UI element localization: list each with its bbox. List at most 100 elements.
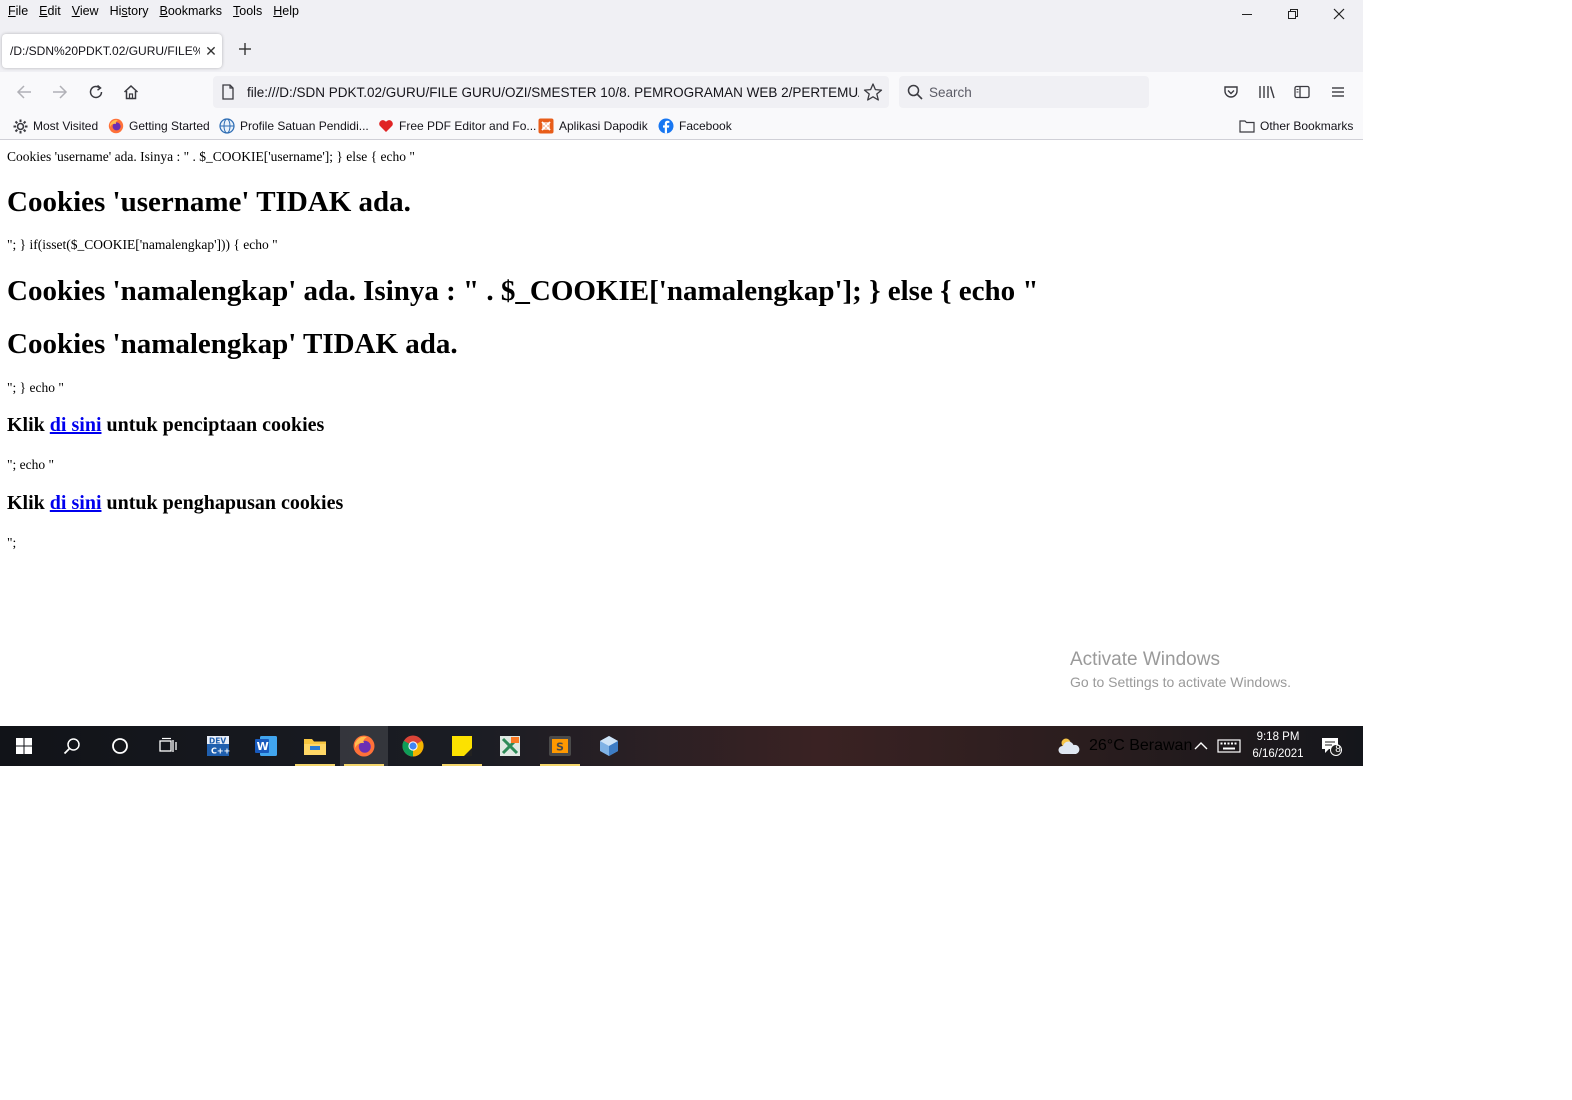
taskbar-app-sticky-notes[interactable] xyxy=(438,726,486,766)
reload-icon xyxy=(89,84,103,99)
forward-button[interactable] xyxy=(46,78,74,106)
show-hidden-icons-button[interactable] xyxy=(1193,726,1209,766)
virtualbox-icon xyxy=(600,736,618,756)
pocket-button[interactable] xyxy=(1217,78,1245,106)
cortana-icon xyxy=(112,738,128,754)
start-button[interactable] xyxy=(0,726,48,766)
firefox-icon xyxy=(353,735,375,757)
menu-item-file[interactable]: File xyxy=(4,2,32,20)
menu-item-tools[interactable]: Tools xyxy=(229,2,266,20)
folder-icon xyxy=(1239,118,1255,134)
bookmark-facebook[interactable]: Facebook xyxy=(658,117,732,135)
bookmarks-toolbar: Most Visited Getting Started Profile Sat… xyxy=(0,112,1363,140)
clock-time: 9:18 PM xyxy=(1256,731,1300,743)
reload-button[interactable] xyxy=(82,78,110,106)
library-icon xyxy=(1259,86,1275,99)
clock[interactable]: 9:18 PM 6/16/2021 xyxy=(1240,729,1316,763)
task-view-icon xyxy=(159,737,177,752)
menu-bar: File Edit View History Bookmarks Tools Help xyxy=(4,2,306,20)
menu-item-help[interactable]: Help xyxy=(269,2,303,20)
action-center-button[interactable]: 8 xyxy=(1320,726,1342,766)
search-bar[interactable] xyxy=(899,76,1149,108)
task-view-button[interactable] xyxy=(144,726,192,766)
watermark-subtitle: Go to Settings to activate Windows. xyxy=(1070,674,1291,690)
running-indicator xyxy=(344,764,384,766)
svg-text:W: W xyxy=(257,740,269,753)
menu-item-history[interactable]: History xyxy=(106,2,153,20)
folder-icon xyxy=(304,739,326,755)
weather-widget[interactable]: 26°C Berawan xyxy=(1057,726,1192,766)
menu-item-bookmarks[interactable]: Bookmarks xyxy=(156,2,227,20)
app-menu-button[interactable] xyxy=(1324,78,1352,106)
tab-close-icon[interactable]: ✕ xyxy=(200,43,222,60)
activate-windows-watermark: Activate Windows Go to Settings to activ… xyxy=(1070,648,1291,692)
taskbar-app-file-explorer[interactable] xyxy=(291,726,339,766)
taskbar-app-sublime[interactable]: S xyxy=(536,726,584,766)
raw-text-line: "; } echo " xyxy=(7,380,64,395)
menu-item-view[interactable]: View xyxy=(68,2,103,20)
taskbar-app-virtualbox[interactable] xyxy=(585,726,633,766)
bookmark-getting-started[interactable]: Getting Started xyxy=(108,117,210,135)
url-text[interactable]: file:///D:/SDN PDKT.02/GURU/FILE GURU/OZ… xyxy=(247,84,859,101)
bookmark-aplikasi-dapodik[interactable]: Aplikasi Dapodik xyxy=(538,117,648,135)
heart-icon xyxy=(378,118,394,134)
dapodik-icon xyxy=(538,118,554,134)
raw-text-line: "; echo " xyxy=(7,457,55,472)
page-content: Cookies 'username' ada. Isinya : " . $_C… xyxy=(0,141,1363,726)
minimize-button[interactable] xyxy=(1224,0,1270,28)
running-indicator xyxy=(295,764,335,766)
devcpp-icon: DEVC++ xyxy=(207,736,230,756)
cortana-button[interactable] xyxy=(96,726,144,766)
back-button[interactable] xyxy=(10,78,38,106)
weather-cloud-sun-icon xyxy=(1058,738,1080,754)
bookmark-label: Most Visited xyxy=(33,119,99,133)
arrow-left-icon xyxy=(16,85,31,99)
taskbar-app-xampp[interactable] xyxy=(486,726,534,766)
gear-icon xyxy=(12,118,28,134)
running-indicator xyxy=(540,764,580,766)
taskbar-app-firefox[interactable] xyxy=(340,726,388,766)
bookmark-free-pdf[interactable]: Free PDF Editor and Fo... xyxy=(378,117,536,135)
new-tab-button[interactable] xyxy=(234,40,256,62)
raw-text-line: Cookies 'username' ada. Isinya : " . $_C… xyxy=(7,149,415,164)
running-indicator xyxy=(442,764,482,766)
screen: File Edit View History Bookmarks Tools Help /D… xyxy=(0,0,1363,766)
chevron-up-icon xyxy=(1194,742,1208,750)
bookmark-profile-satuan[interactable]: Profile Satuan Pendidi... xyxy=(219,117,369,135)
touch-keyboard-button[interactable] xyxy=(1217,726,1241,766)
delete-cookies-link[interactable]: di sini xyxy=(50,492,102,514)
svg-text:C++: C++ xyxy=(211,747,230,756)
create-cookies-heading: Klik di sini untuk penciptaan cookies xyxy=(7,414,324,437)
weather-text: 26°C Berawan xyxy=(1089,737,1193,754)
other-bookmarks[interactable]: Other Bookmarks xyxy=(1239,117,1353,135)
firefox-icon xyxy=(108,118,124,134)
taskbar-app-word[interactable]: W xyxy=(242,726,290,766)
home-button[interactable] xyxy=(117,78,145,106)
heading-namalengkap-missing: Cookies 'namalengkap' TIDAK ada. xyxy=(7,328,458,360)
other-bookmarks-label: Other Bookmarks xyxy=(1260,119,1354,133)
taskbar-app-devcpp[interactable]: DEV C++ xyxy=(194,726,242,766)
url-bar[interactable]: file:///D:/SDN PDKT.02/GURU/FILE GURU/OZ… xyxy=(213,76,889,108)
heading-namalengkap: Cookies 'namalengkap' ada. Isinya : " . … xyxy=(7,275,1039,307)
sticky-notes-icon xyxy=(452,736,472,756)
close-icon xyxy=(1333,8,1345,20)
taskbar-search-button[interactable] xyxy=(48,726,96,766)
bookmark-label: Free PDF Editor and Fo... xyxy=(399,119,537,133)
create-cookies-link[interactable]: di sini xyxy=(50,414,102,436)
title-bar: File Edit View History Bookmarks Tools Help xyxy=(0,0,1363,28)
library-button[interactable] xyxy=(1253,78,1281,106)
globe-icon xyxy=(219,118,235,134)
close-window-button[interactable] xyxy=(1316,0,1362,28)
search-input[interactable] xyxy=(929,83,1129,101)
raw-text-line: "; xyxy=(7,535,17,550)
watermark-title: Activate Windows xyxy=(1070,649,1220,670)
restore-button[interactable] xyxy=(1270,0,1316,28)
bookmark-most-visited[interactable]: Most Visited xyxy=(12,117,98,135)
delete-cookies-heading: Klik di sini untuk penghapusan cookies xyxy=(7,492,343,515)
bookmark-star-icon[interactable] xyxy=(863,82,883,107)
sidebar-toggle-button[interactable] xyxy=(1288,78,1316,106)
tab-active[interactable]: /D:/SDN%20PDKT.02/GURU/FILE%20 ✕ xyxy=(2,34,222,68)
taskbar-app-chrome[interactable] xyxy=(389,726,437,766)
nav-bar: file:///D:/SDN PDKT.02/GURU/FILE GURU/OZ… xyxy=(0,72,1363,112)
menu-item-edit[interactable]: Edit xyxy=(35,2,65,20)
